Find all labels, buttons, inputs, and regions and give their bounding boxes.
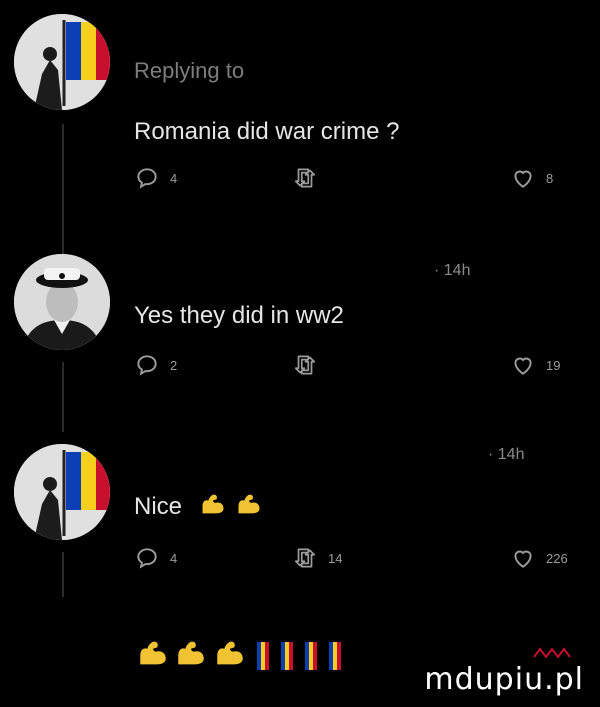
romania-flag-icon <box>329 641 342 670</box>
reply-count: 4 <box>170 170 178 186</box>
tweet-actions: 4 8 <box>134 165 574 195</box>
heart-icon <box>514 170 532 188</box>
tweet-timestamp: · 14h <box>434 262 471 279</box>
retweet-count: 14 <box>328 550 343 566</box>
heart-icon <box>514 550 532 568</box>
reply-icon <box>137 548 157 569</box>
tweet-text-nice: Nice <box>134 492 183 520</box>
caption-emoji-row <box>136 636 353 672</box>
flexed-biceps-icon <box>235 490 263 525</box>
reply-icon <box>137 355 157 376</box>
reply-button[interactable]: 4 <box>134 165 177 191</box>
retweet-icon <box>294 355 316 375</box>
avatar-naval-officer[interactable] <box>14 254 110 350</box>
flexed-biceps-icon <box>174 636 208 675</box>
flexed-biceps-icon <box>136 636 170 675</box>
romania-flag-icon <box>257 641 270 670</box>
tweet-actions: 2 19 <box>134 352 574 382</box>
tweet-actions: 4 14 226 <box>134 545 574 575</box>
like-button[interactable]: 226 <box>510 545 568 571</box>
retweet-button[interactable] <box>292 165 328 191</box>
flexed-biceps-icon <box>213 636 247 675</box>
reply-count: 2 <box>170 357 178 373</box>
avatar-flag-statue[interactable] <box>14 444 110 540</box>
like-count: 19 <box>546 357 561 373</box>
avatar-flag-statue[interactable] <box>14 14 110 110</box>
like-count: 226 <box>546 550 568 566</box>
watermark: mdupiu.pl <box>424 662 584 697</box>
heart-icon <box>514 357 532 375</box>
reply-icon <box>137 168 157 189</box>
retweet-button[interactable] <box>292 352 328 378</box>
flexed-biceps-icon <box>199 490 227 525</box>
replying-to-label: Replying to <box>134 58 245 83</box>
reply-button[interactable]: 2 <box>134 352 177 378</box>
like-button[interactable]: 19 <box>510 352 560 378</box>
romania-flag-icon <box>305 641 318 670</box>
tweet-text: Nice <box>134 490 263 525</box>
retweet-button[interactable]: 14 <box>292 545 342 571</box>
retweet-icon <box>294 168 316 188</box>
tweet-timestamp: · 14h <box>488 446 525 463</box>
thread-connector <box>62 124 64 254</box>
reply-count: 4 <box>170 550 178 566</box>
romania-flags <box>257 641 353 670</box>
romania-flag-icon <box>281 641 294 670</box>
watermark-logo-icon <box>533 647 571 659</box>
tweet-text: Romania did war crime ? <box>134 118 400 145</box>
retweet-icon <box>294 548 316 568</box>
like-button[interactable]: 8 <box>510 165 553 191</box>
reply-button[interactable]: 4 <box>134 545 177 571</box>
thread-connector <box>62 362 64 432</box>
like-count: 8 <box>546 170 554 186</box>
thread-connector <box>62 552 64 597</box>
tweet-text: Yes they did in ww2 <box>134 302 344 329</box>
